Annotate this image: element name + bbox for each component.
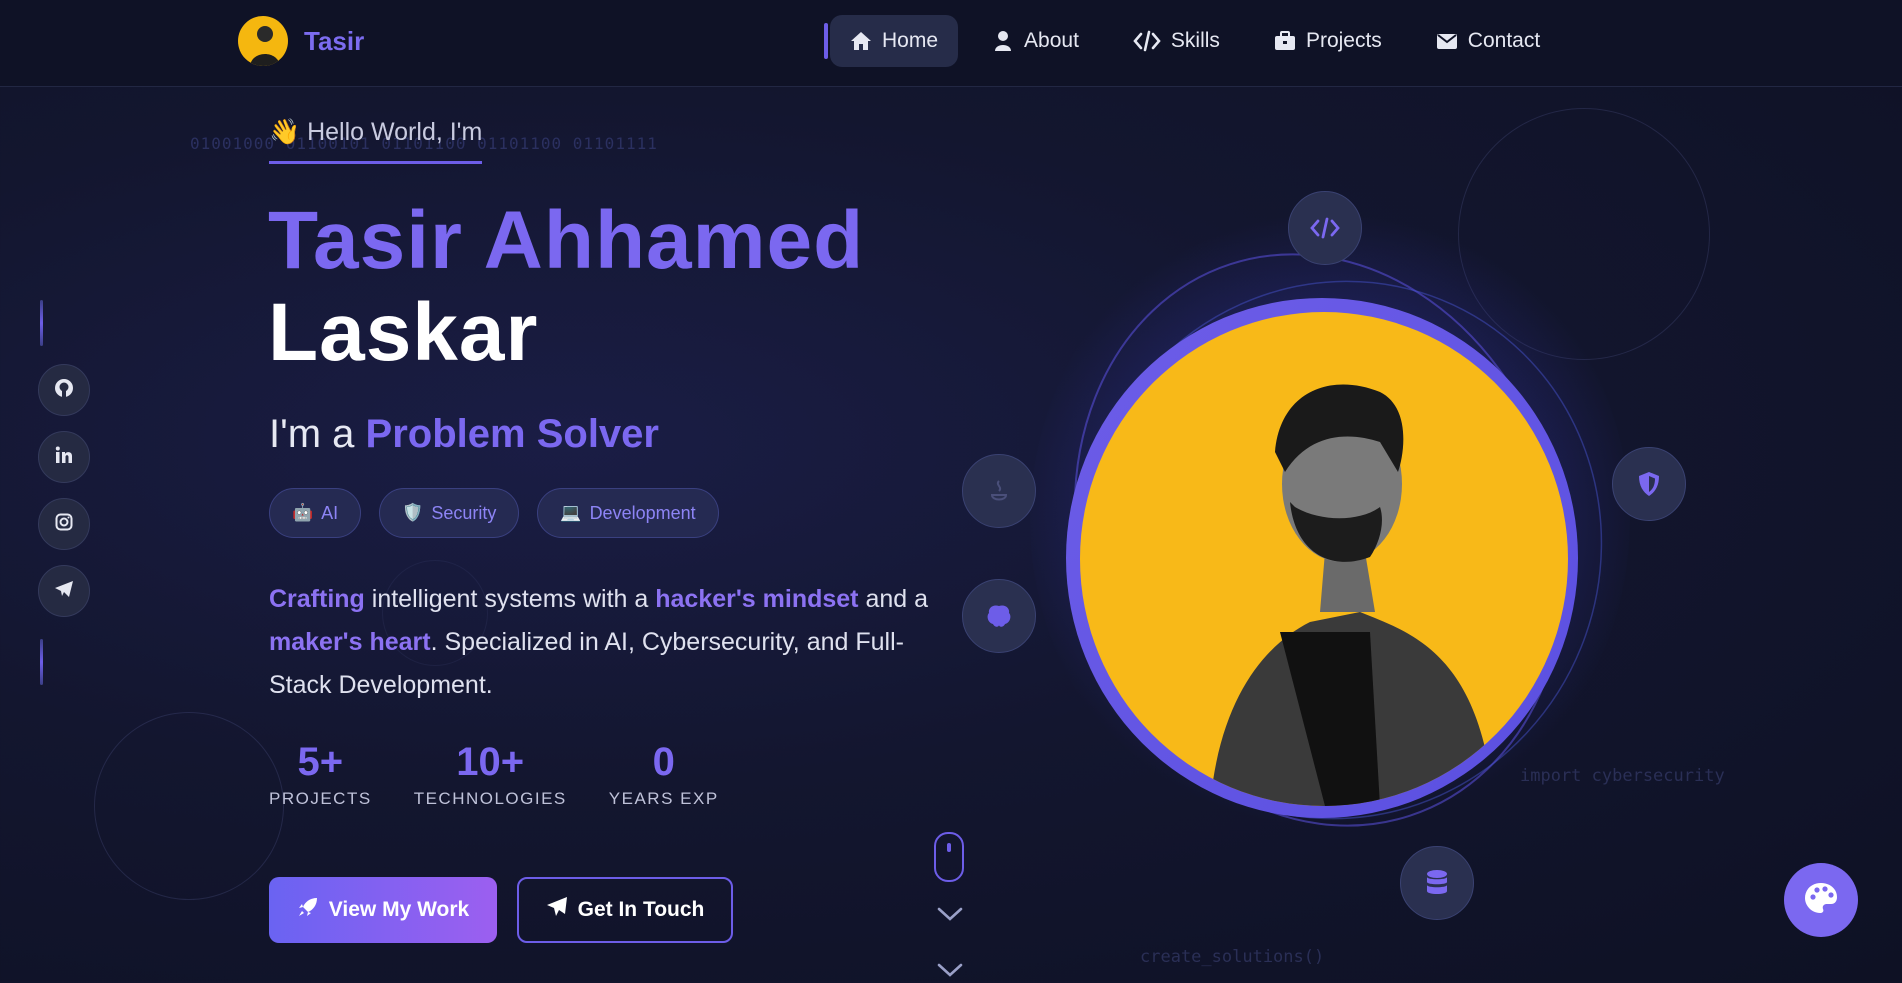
tag-label: Development [589, 502, 696, 523]
briefcase-icon [1274, 30, 1296, 52]
stat-projects: 5+ PROJECTS [269, 740, 372, 809]
telegram-link[interactable] [38, 565, 90, 617]
orbit-database-icon [1400, 846, 1474, 920]
laptop-icon: 💻 [560, 503, 582, 522]
github-icon [54, 378, 74, 403]
linkedin-link[interactable] [38, 431, 90, 483]
code-icon [1133, 30, 1161, 52]
rocket-icon [297, 896, 319, 924]
view-work-button[interactable]: View My Work [269, 877, 497, 943]
instagram-icon [54, 512, 74, 537]
theme-palette-button[interactable] [1784, 863, 1858, 937]
orbit-shield-icon [1612, 447, 1686, 521]
telegram-icon [54, 579, 74, 604]
stat-years: 0 YEARS EXP [609, 740, 719, 809]
robot-icon: 🤖 [292, 503, 314, 522]
nav-menu: Home About Skills Projects Contact [823, 15, 1574, 67]
profile-photo [1080, 312, 1568, 806]
tag-security: 🛡️ Security [379, 488, 520, 538]
github-link[interactable] [38, 364, 90, 416]
stats: 5+ PROJECTS 10+ TECHNOLOGIES 0 YEARS EXP [269, 740, 761, 809]
greeting: 👋 Hello World, I'm [269, 118, 483, 164]
hero-name-last: Laskar [268, 287, 539, 378]
nav-contact-label: Contact [1467, 29, 1541, 52]
orbit-brain-icon [962, 579, 1036, 653]
instagram-link[interactable] [38, 498, 90, 550]
paper-plane-icon [546, 896, 568, 924]
nav-home-label: Home [882, 29, 939, 52]
stat-value: 10+ [456, 740, 525, 784]
stat-value: 5+ [297, 740, 344, 784]
role-prefix: I'm a [269, 412, 366, 456]
palette-icon [1803, 881, 1839, 920]
orbit-code-icon [1288, 191, 1362, 265]
user-icon [992, 30, 1014, 52]
nav-skills-label: Skills [1170, 29, 1220, 52]
stat-technologies: 10+ TECHNOLOGIES [414, 740, 567, 809]
stat-value: 0 [652, 740, 675, 784]
desc-highlight: maker's heart [269, 628, 431, 656]
nav-projects[interactable]: Projects [1254, 15, 1402, 67]
skill-tags: 🤖 AI 🛡️ Security 💻 Development [269, 488, 737, 538]
code-snippet: create_solutions() [1140, 947, 1325, 967]
hero-role: I'm a Problem Solver [269, 412, 659, 457]
tag-ai: 🤖 AI [269, 488, 362, 538]
linkedin-icon [54, 445, 74, 470]
desc-highlight: hacker's mindset [655, 585, 859, 613]
nav-home[interactable]: Home [823, 15, 959, 67]
social-divider [40, 639, 43, 685]
desc-text: intelligent systems with a [364, 585, 656, 613]
brand-avatar [238, 16, 288, 66]
nav-about-label: About [1024, 29, 1079, 52]
nav-about[interactable]: About [972, 15, 1099, 67]
chevron-down-icon [936, 962, 964, 983]
stat-label: YEARS EXP [608, 789, 719, 808]
brand-name: Tasir [304, 25, 365, 56]
brand[interactable]: Tasir [238, 16, 364, 66]
view-work-label: View My Work [328, 898, 470, 921]
get-in-touch-label: Get In Touch [577, 898, 705, 921]
hero-description: Crafting intelligent systems with a hack… [269, 578, 929, 707]
role-highlight: Problem Solver [365, 412, 659, 456]
tag-label: Security [431, 502, 497, 523]
get-in-touch-button[interactable]: Get In Touch [517, 877, 733, 943]
stat-label: PROJECTS [269, 789, 372, 808]
decor-ring [94, 712, 284, 900]
social-sidebar [38, 300, 90, 685]
nav-contact[interactable]: Contact [1416, 15, 1560, 67]
chevron-down-icon [936, 906, 964, 927]
stat-label: TECHNOLOGIES [413, 789, 567, 808]
nav-projects-label: Projects [1305, 29, 1382, 52]
nav-skills[interactable]: Skills [1113, 15, 1240, 67]
tag-development: 💻 Development [537, 488, 719, 538]
wave-emoji: 👋 [269, 118, 301, 146]
social-divider [40, 300, 43, 346]
navbar: Tasir Home About Skills Projects Contact [0, 0, 1902, 87]
desc-highlight: Crafting [269, 585, 365, 613]
home-icon [850, 30, 872, 52]
desc-text: and a [858, 585, 929, 613]
hero-name-first: Tasir Ahhamed [268, 195, 865, 286]
shield-icon: 🛡️ [402, 503, 424, 522]
tag-label: AI [321, 502, 339, 523]
greeting-text: Hello World, I'm [307, 118, 483, 146]
envelope-icon [1436, 30, 1458, 52]
scroll-mouse-icon[interactable] [934, 832, 964, 882]
orbit-java-icon [962, 454, 1036, 528]
